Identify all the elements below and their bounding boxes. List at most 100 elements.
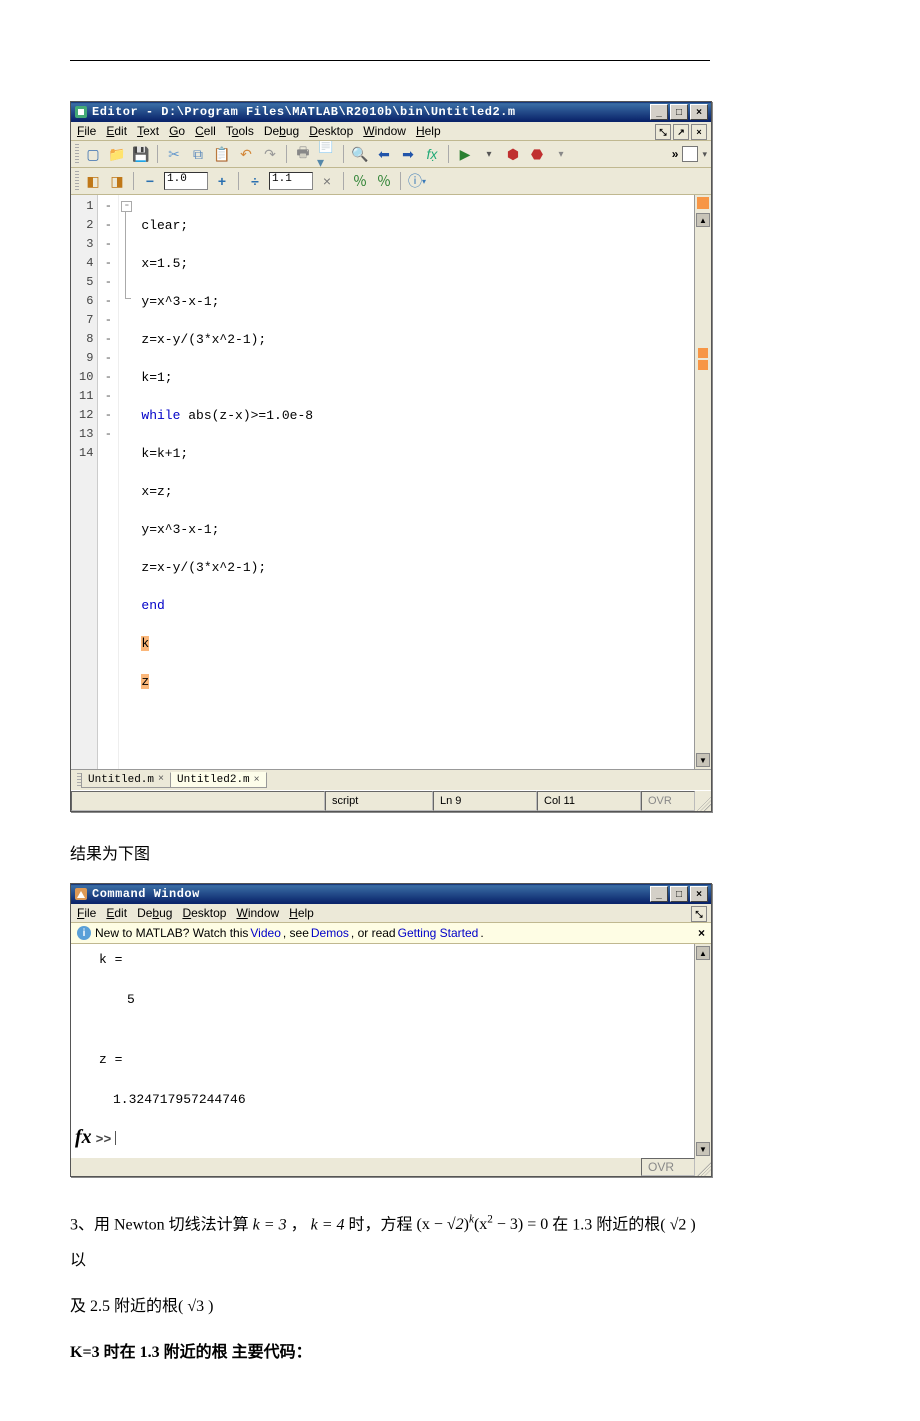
save-icon[interactable]: 💾 — [131, 144, 151, 164]
editor-titlebar[interactable]: Editor - D:\Program Files\MATLAB\R2010b\… — [71, 102, 711, 122]
menu-file[interactable]: File — [77, 906, 96, 920]
menu-text[interactable]: Text — [137, 124, 159, 138]
breakpoint-icon[interactable]: ⬢ — [503, 144, 523, 164]
lint-marker-icon[interactable] — [698, 348, 708, 358]
run-icon[interactable]: ▶ — [455, 144, 475, 164]
file-tab-active[interactable]: Untitled2.m × — [170, 772, 267, 788]
editor-tabs: Untitled.m × Untitled2.m × — [71, 769, 711, 790]
close-button[interactable]: × — [690, 104, 708, 120]
menu-desktop[interactable]: Desktop — [182, 906, 226, 920]
menu-window[interactable]: Window — [363, 124, 406, 138]
menu-help[interactable]: Help — [416, 124, 441, 138]
undo-icon[interactable]: ↶ — [236, 144, 256, 164]
output-value: 5 — [99, 990, 684, 1010]
dock-icon[interactable]: ⤡ — [655, 124, 671, 140]
find-icon[interactable]: 🔍 — [350, 144, 370, 164]
cell-mode-icon[interactable]: ◧ — [83, 171, 103, 191]
status-col: Col 11 — [537, 791, 641, 811]
insert-cell-icon[interactable]: ◨ — [107, 171, 127, 191]
forward-icon[interactable]: ➡ — [398, 144, 418, 164]
undock-icon[interactable]: ↗ — [673, 124, 689, 140]
cmd-statusbar: OVR — [71, 1158, 711, 1176]
percent-icon-1[interactable]: ％ — [350, 171, 370, 191]
fold-column[interactable]: - — [119, 195, 135, 769]
lint-marker-icon[interactable] — [698, 360, 708, 370]
file-tab[interactable]: Untitled.m × — [81, 773, 171, 788]
vertical-scrollbar[interactable]: ▲ ▼ — [694, 195, 711, 769]
info-icon[interactable]: ⓘ▾ — [407, 171, 427, 191]
line-num: 4 — [79, 254, 93, 273]
menu-edit[interactable]: Edit — [106, 124, 127, 138]
cell-input-2[interactable]: 1.1 — [269, 172, 313, 190]
menu-desktop[interactable]: Desktop — [309, 124, 353, 138]
new-file-icon[interactable]: ▢ — [83, 144, 103, 164]
plus-icon[interactable]: + — [212, 171, 232, 191]
line-num: 7 — [79, 311, 93, 330]
menu-file[interactable]: File — [77, 124, 96, 138]
cmd-titlebar[interactable]: Command Window _ □ × — [71, 884, 711, 904]
menu-go[interactable]: Go — [169, 124, 185, 138]
cut-icon[interactable]: ✂ — [164, 144, 184, 164]
copy-icon[interactable]: ⧉ — [188, 144, 208, 164]
percent-icon-2[interactable]: ％ — [374, 171, 394, 191]
toolbar-box[interactable] — [682, 146, 698, 162]
menu-debug[interactable]: Debug — [264, 124, 299, 138]
resize-grip-icon[interactable] — [695, 1158, 711, 1176]
menu-help[interactable]: Help — [289, 906, 314, 920]
getting-started-link[interactable]: Getting Started — [398, 926, 479, 940]
open-file-icon[interactable]: 📁 — [107, 144, 127, 164]
debug-stack-icon[interactable]: ⬣ — [527, 144, 547, 164]
toolbar-chevron[interactable]: » — [672, 147, 679, 161]
redo-icon[interactable]: ↷ — [260, 144, 280, 164]
paste-icon[interactable]: 📋 — [212, 144, 232, 164]
minimize-button[interactable]: _ — [650, 104, 668, 120]
cmd-output[interactable]: k = 5 z = 1.324717957244746 fx>> — [71, 944, 694, 1158]
run-dropdown-icon[interactable]: ▾ — [479, 144, 499, 164]
stack-dropdown-icon[interactable]: ▾ — [551, 144, 571, 164]
scroll-down-icon[interactable]: ▼ — [696, 1142, 710, 1156]
back-icon[interactable]: ⬅ — [374, 144, 394, 164]
scroll-up-icon[interactable]: ▲ — [696, 213, 710, 227]
demos-link[interactable]: Demos — [311, 926, 349, 940]
fx-prompt[interactable]: fx>> — [75, 1127, 116, 1150]
resize-grip-icon[interactable] — [695, 791, 711, 811]
menu-cell[interactable]: Cell — [195, 124, 216, 138]
cmd-scrollbar[interactable]: ▲ ▼ — [694, 944, 711, 1158]
menu-edit[interactable]: Edit — [106, 906, 127, 920]
code-area[interactable]: 1 2 3 4 5 6 7 8 9 10 11 12 13 14 -- -- -… — [71, 195, 711, 769]
scroll-down-icon[interactable]: ▼ — [696, 753, 710, 767]
print-icon[interactable]: 🖶 — [293, 144, 313, 164]
code-content[interactable]: clear; x=1.5; y=x^3-x-1; z=x-y/(3*x^2-1)… — [135, 195, 694, 769]
close-icon[interactable]: × — [254, 775, 260, 786]
multiply-icon[interactable]: × — [317, 171, 337, 191]
menu-debug[interactable]: Debug — [137, 906, 172, 920]
maximize-button[interactable]: □ — [670, 886, 688, 902]
menu-tools[interactable]: Tools — [226, 124, 254, 138]
close-panel-icon[interactable]: × — [691, 124, 707, 140]
editor-statusbar: script Ln 9 Col 11 OVR — [71, 790, 711, 811]
info-close-icon[interactable]: × — [698, 926, 705, 940]
close-button[interactable]: × — [690, 886, 708, 902]
divide-icon[interactable]: ÷ — [245, 171, 265, 191]
breakpoint-column[interactable]: -- -- -- -- -- -- - — [98, 195, 119, 769]
status-ovr: OVR — [641, 791, 695, 811]
cell-input-1[interactable]: 1.0 — [164, 172, 208, 190]
function-icon[interactable]: fx̣ — [422, 144, 442, 164]
scroll-up-icon[interactable]: ▲ — [696, 946, 710, 960]
toolbar-dropdown-icon[interactable]: ▾ — [702, 149, 707, 160]
command-window: Command Window _ □ × File Edit Debug Des… — [70, 883, 712, 1177]
minimize-button[interactable]: _ — [650, 886, 668, 902]
video-link[interactable]: Video — [250, 926, 280, 940]
toolbar-grip-2[interactable] — [75, 171, 79, 191]
line-num: 1 — [79, 197, 93, 216]
maximize-button[interactable]: □ — [670, 104, 688, 120]
toolbar-grip[interactable] — [75, 144, 79, 164]
editor-menubar: File Edit Text Go Cell Tools Debug Deskt… — [71, 122, 711, 141]
menu-window[interactable]: Window — [236, 906, 279, 920]
dock-icon[interactable]: ⤡ — [691, 906, 707, 922]
minus-icon[interactable]: − — [140, 171, 160, 191]
close-icon[interactable]: × — [158, 774, 164, 785]
editor-title: Editor - D:\Program Files\MATLAB\R2010b\… — [92, 105, 648, 119]
status-left — [71, 791, 325, 811]
publish-icon[interactable]: 📄▾ — [317, 144, 337, 164]
